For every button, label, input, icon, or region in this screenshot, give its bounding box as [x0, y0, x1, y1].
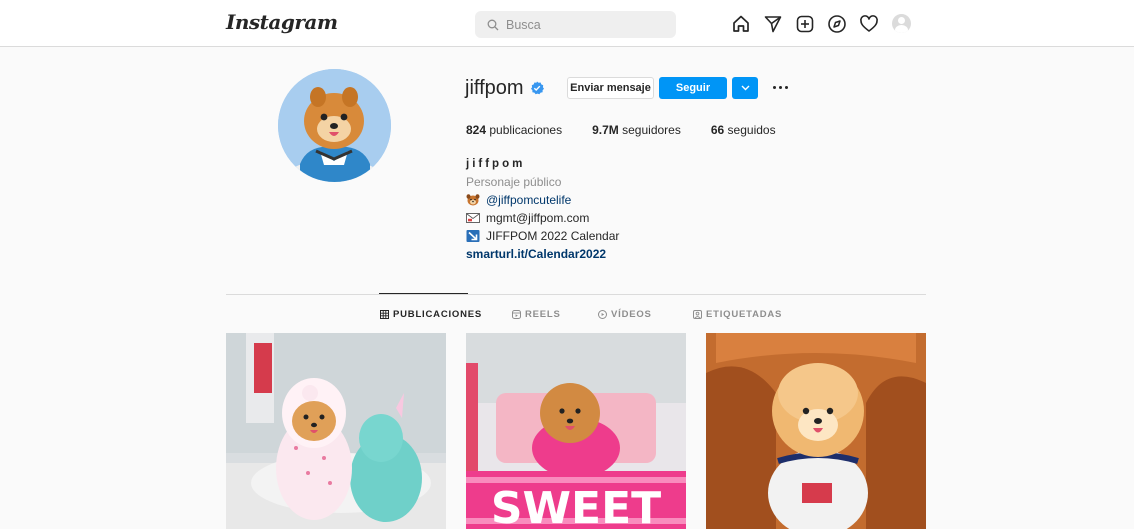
more-dot-icon [784, 85, 788, 89]
bio-mention-link[interactable]: @jiffpomcutelife [486, 191, 571, 209]
bio-external-link[interactable]: smarturl.it/Calendar2022 [466, 245, 606, 263]
profile-picture[interactable] [278, 69, 391, 182]
bio-calendar-text: JIFFPOM 2022 Calendar [486, 229, 620, 243]
envelope-emoji-icon [466, 213, 480, 223]
nav-icons [731, 14, 911, 34]
video-icon [598, 310, 607, 319]
profile-bio: jiffpom Personaje público @jiffpomcuteli… [466, 155, 619, 263]
more-options-button[interactable] [769, 80, 791, 94]
follow-button[interactable]: Seguir [659, 77, 727, 99]
tab-label: VÍDEOS [611, 309, 652, 320]
active-tab-indicator [379, 293, 468, 294]
explore-icon[interactable] [827, 14, 847, 34]
post-image-hoodie [226, 333, 446, 529]
top-nav-bar: Instagram [0, 0, 1134, 47]
bio-calendar-row: JIFFPOM 2022 Calendar [466, 227, 619, 245]
search-icon [487, 19, 499, 30]
post-thumbnail-2[interactable]: SWEET [466, 333, 686, 529]
bio-email-row: mgmt@jiffpom.com [466, 209, 619, 227]
post-image-chair [706, 333, 926, 529]
chevron-down-icon [741, 85, 749, 91]
reels-icon [512, 310, 521, 319]
profile-category: Personaje público [466, 175, 562, 189]
home-icon[interactable] [731, 14, 751, 34]
tab-label: PUBLICACIONES [393, 309, 483, 320]
heart-icon[interactable] [859, 14, 879, 34]
bio-link-row: smarturl.it/Calendar2022 [466, 245, 619, 263]
sweet-overlay-text: SWEET [491, 483, 661, 529]
username-row: jiffpom [465, 76, 544, 100]
instagram-logo[interactable]: Instagram [226, 10, 338, 34]
profile-full-name: jiffpom [466, 158, 526, 170]
tab-label: REELS [525, 309, 561, 320]
profile-avatar-icon[interactable] [892, 14, 911, 33]
tab-reels[interactable]: REELS [512, 309, 561, 320]
bio-email: mgmt@jiffpom.com [486, 211, 590, 225]
followers-count: 9.7M [592, 123, 619, 137]
following-count: 66 [710, 123, 725, 137]
followers-label: seguidores [622, 123, 681, 137]
post-thumbnail-3[interactable] [706, 333, 926, 529]
posts-count: 824 [466, 123, 487, 137]
new-post-icon[interactable] [795, 14, 815, 34]
profile-tabs: PUBLICACIONES REELS VÍDEOS ETIQUETADAS [0, 309, 1134, 323]
tab-publicaciones[interactable]: PUBLICACIONES [380, 309, 482, 320]
send-message-button[interactable]: Enviar mensaje [567, 77, 654, 99]
tab-etiquetadas[interactable]: ETIQUETADAS [693, 309, 782, 320]
posts-label: publicaciones [489, 123, 563, 137]
suggested-accounts-button[interactable] [732, 77, 758, 99]
following-stat[interactable]: 66 seguidos [711, 123, 776, 137]
tab-label: ETIQUETADAS [706, 309, 783, 320]
verified-badge-icon [530, 81, 544, 95]
following-label: seguidos [727, 123, 776, 137]
tabs-divider [226, 294, 926, 295]
direct-message-icon[interactable] [763, 14, 783, 34]
posts-count-stat: 824 publicaciones [466, 123, 562, 137]
post-image-sweet: SWEET [466, 333, 686, 529]
post-thumbnail-1[interactable] [226, 333, 446, 529]
profile-username: jiffpom [465, 76, 524, 99]
profile-stats: 824 publicaciones 9.7M seguidores 66 seg… [466, 123, 806, 137]
search-input[interactable] [506, 17, 666, 32]
tab-videos[interactable]: VÍDEOS [598, 309, 652, 320]
grid-icon [380, 310, 389, 319]
bio-mention-row: @jiffpomcutelife [466, 191, 619, 209]
followers-stat[interactable]: 9.7M seguidores [592, 123, 681, 137]
dog-face-emoji-icon [466, 194, 480, 206]
tagged-icon [693, 310, 702, 319]
more-dot-icon [778, 85, 782, 89]
more-dot-icon [772, 85, 776, 89]
arrow-down-right-emoji-icon [466, 230, 480, 242]
search-box[interactable] [475, 11, 676, 38]
